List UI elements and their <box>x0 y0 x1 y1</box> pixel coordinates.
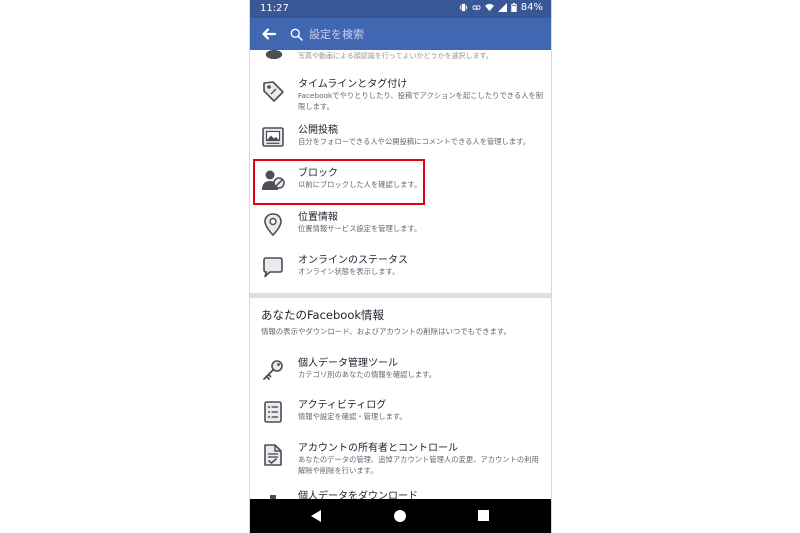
nav-recent-apps-icon[interactable] <box>478 510 489 521</box>
settings-item-activity-log[interactable]: アクティビティログ 情報や設定を確認・管理します。 <box>250 393 551 433</box>
settings-item-timeline-tagging[interactable]: タイムラインとタグ付け Facebookでやりとりしたり、投稿でアクションを起こ… <box>250 72 551 112</box>
battery-percent: 84% <box>520 2 543 13</box>
settings-item-access-info[interactable]: 個人データ管理ツール カテゴリ別のあなたの情報を確認します。 <box>250 351 551 391</box>
item-desc: あなたのデータの管理、追悼アカウント管理人の変更、アカウントの利用解除や削除を行… <box>298 455 539 475</box>
search-field[interactable] <box>290 24 540 44</box>
section-title: あなたのFacebook情報 <box>261 308 385 322</box>
status-time: 11:27 <box>260 3 289 14</box>
key-icon <box>263 360 283 380</box>
section-divider <box>250 293 551 298</box>
item-title: アクティビティログ <box>298 400 387 411</box>
item-title: アカウントの所有者とコントロール <box>298 443 458 454</box>
list-item-partial[interactable]: 写真や動画による顔認識を行ってよいかどうかを選択します。 <box>250 50 551 62</box>
item-title: 個人データをダウンロード <box>298 491 418 499</box>
item-title: 公開投稿 <box>298 125 338 136</box>
chat-bubble-icon <box>263 257 283 278</box>
item-title: 位置情報 <box>298 212 338 223</box>
signal-icon <box>497 3 507 12</box>
highlight-box <box>253 159 425 205</box>
activity-log-icon <box>264 401 282 423</box>
section-subtitle: 情報の表示やダウンロード、およびアカウントの削除はいつでもできます。 <box>261 327 511 336</box>
app-bar <box>250 18 551 50</box>
settings-list: 写真や動画による顔認識を行ってよいかどうかを選択します。 タイムラインとタグ付け… <box>250 50 551 499</box>
settings-item-account-ownership[interactable]: アカウントの所有者とコントロール あなたのデータの管理、追悼アカウント管理人の変… <box>250 436 551 476</box>
nav-home-icon[interactable] <box>394 510 406 522</box>
search-icon <box>290 28 303 41</box>
vibrate-icon <box>459 3 467 12</box>
item-desc: Facebookでやりとりしたり、投稿でアクションを起こしたりできる人を制限しま… <box>298 91 544 111</box>
download-icon <box>270 495 276 499</box>
settings-item-download-info[interactable]: 個人データをダウンロード <box>250 484 551 499</box>
nav-back-icon[interactable] <box>310 510 322 522</box>
settings-item-online-status[interactable]: オンラインのステータス オンライン状態を表示します。 <box>250 248 551 288</box>
item-desc: オンライン状態を表示します。 <box>298 267 400 276</box>
item-title: オンラインのステータス <box>298 255 408 266</box>
back-arrow-icon[interactable] <box>258 23 280 45</box>
android-nav-bar <box>250 499 551 533</box>
battery-icon <box>511 3 517 12</box>
face-recognition-icon <box>265 50 283 60</box>
wifi-icon <box>484 3 494 12</box>
phone-screen: 11:27 84% 写真や動画による顔認識を行ってよいかどうかを選択 <box>250 0 551 533</box>
item-desc: カテゴリ別のあなたの情報を確認します。 <box>298 370 436 379</box>
tag-icon <box>263 81 284 102</box>
location-pin-icon <box>264 213 282 236</box>
settings-item-location[interactable]: 位置情報 位置情報サービス設定を管理します。 <box>250 205 551 245</box>
item-title: タイムラインとタグ付け <box>298 79 408 90</box>
item-desc: 自分をフォローできる人や公開投稿にコメントできる人を管理します。 <box>298 137 531 146</box>
settings-item-public-posts[interactable]: 公開投稿 自分をフォローできる人や公開投稿にコメントできる人を管理します。 <box>250 118 551 158</box>
item-title: 個人データ管理ツール <box>298 358 398 369</box>
search-input[interactable] <box>303 27 529 41</box>
document-check-icon <box>264 444 282 466</box>
voicemail-icon <box>472 5 481 10</box>
status-bar: 11:27 84% <box>250 0 551 18</box>
item-desc: 情報や設定を確認・管理します。 <box>298 412 407 421</box>
item-desc: 位置情報サービス設定を管理します。 <box>298 224 422 233</box>
public-post-icon <box>262 127 284 147</box>
partial-desc: 写真や動画による顔認識を行ってよいかどうかを選択します。 <box>298 52 493 60</box>
